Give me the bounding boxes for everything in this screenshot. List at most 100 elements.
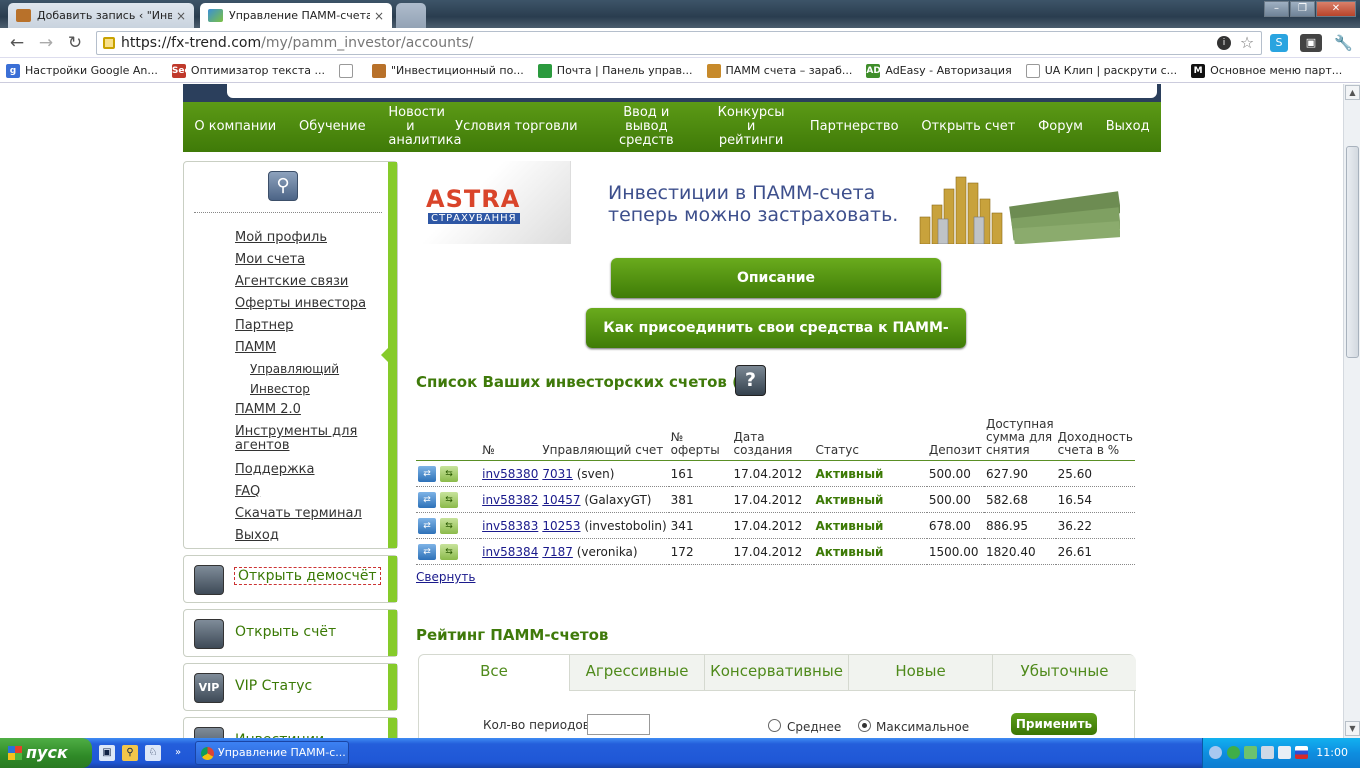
bookmark-item[interactable]: ПАММ счета – зараб... xyxy=(706,63,852,78)
reload-icon[interactable]: ↻ xyxy=(64,33,86,55)
nav-item[interactable]: Партнерство xyxy=(806,120,903,134)
exchange-icon[interactable]: ⇆ xyxy=(440,543,458,560)
nav-item[interactable]: О компании xyxy=(190,120,280,134)
scroll-up-icon[interactable]: ▲ xyxy=(1345,85,1360,100)
sidebar-link[interactable]: Мой профиль xyxy=(235,231,327,245)
page-scrollbar[interactable]: ▲ ▼ xyxy=(1343,84,1360,738)
sidebar-sublink[interactable]: Управляющий xyxy=(250,362,339,376)
sidebar-link[interactable]: Партнер xyxy=(235,319,293,333)
nav-item[interactable]: Выход xyxy=(1102,120,1154,134)
manager-account-link[interactable]: 7187 xyxy=(542,545,573,559)
info-icon[interactable]: i xyxy=(1217,36,1231,50)
sidebar-link[interactable]: Инструменты для агентов xyxy=(235,425,375,453)
sidebar-box[interactable]: VIP VIP Статус xyxy=(183,663,398,711)
taskbar-chrome-item[interactable]: Управление ПАММ-с... xyxy=(195,741,349,765)
sidebar-link[interactable]: Мои счета xyxy=(235,253,305,267)
network-icon[interactable] xyxy=(1227,746,1240,759)
browser-tab[interactable]: Добавить запись ‹ "Инвести × xyxy=(8,3,194,28)
sidebar-box[interactable]: Инвестиции xyxy=(183,717,398,738)
back-icon[interactable]: ← xyxy=(6,33,28,55)
address-bar[interactable]: https://fx-trend.com/my/pamm_investor/ac… xyxy=(96,31,1262,55)
skype-icon[interactable]: S xyxy=(1270,34,1288,52)
exchange-icon[interactable]: ⇆ xyxy=(440,491,458,508)
sidebar-link[interactable]: Агентские связи xyxy=(235,275,348,289)
sidebar-sublink[interactable]: Инвестор xyxy=(250,382,310,396)
nav-item[interactable]: Новости и аналитика xyxy=(384,106,461,148)
apply-button[interactable]: Применить xyxy=(1011,713,1097,735)
exchange-icon[interactable]: ⇆ xyxy=(440,517,458,534)
forward-icon[interactable]: → xyxy=(35,33,57,55)
maximum-radio[interactable] xyxy=(858,719,871,732)
join-pamm-button[interactable]: Как присоединить свои средства к ПАММ-сч… xyxy=(586,308,966,376)
account-id-link[interactable]: inv58380 xyxy=(482,467,538,481)
tab-rating[interactable]: Убыточные xyxy=(993,655,1136,691)
tab-rating[interactable]: Все xyxy=(419,655,570,691)
star-icon[interactable]: ☆ xyxy=(1238,34,1256,52)
sidebar-box[interactable]: Открыть демосчёт xyxy=(183,555,398,603)
refresh-icon[interactable]: ⇄ xyxy=(418,465,436,482)
close-window-button[interactable]: ✕ xyxy=(1316,1,1356,17)
tab-rating[interactable]: Консервативные xyxy=(705,655,849,691)
bookmark-item[interactable]: AD AdEasy - Авторизация xyxy=(866,63,1012,78)
nav-item[interactable]: Форум xyxy=(1034,120,1087,134)
account-id-link[interactable]: inv58382 xyxy=(482,493,538,507)
description-button[interactable]: Описание xyxy=(611,258,941,298)
average-radio[interactable] xyxy=(768,719,781,732)
close-tab-icon[interactable]: × xyxy=(374,9,384,23)
periods-input[interactable] xyxy=(587,714,650,735)
nav-item[interactable]: Условия торговли xyxy=(451,120,581,134)
language-flag-icon[interactable] xyxy=(1295,746,1308,759)
scroll-thumb[interactable] xyxy=(1346,146,1359,358)
sidebar-link[interactable]: Поддержка xyxy=(235,463,315,477)
sidebar-link[interactable]: FAQ xyxy=(235,485,260,499)
help-icon[interactable]: ? xyxy=(735,365,766,396)
bookmark-item[interactable]: Почта | Панель управ... xyxy=(537,63,693,78)
display-icon[interactable] xyxy=(1278,746,1291,759)
bookmark-item[interactable]: Seo Оптимизатор текста ... xyxy=(171,63,325,78)
manager-account-link[interactable]: 7031 xyxy=(542,467,573,481)
bookmark-item[interactable]: g Настройки Google An... xyxy=(6,63,158,78)
sidebar-link[interactable]: Оферты инвестора xyxy=(235,297,366,311)
bookmark-item[interactable]: UA Клип | раскрути с... xyxy=(1025,63,1177,78)
collapse-link[interactable]: Свернуть xyxy=(416,570,475,584)
account-id-link[interactable]: inv58384 xyxy=(482,545,538,559)
tab-rating[interactable]: Новые xyxy=(849,655,993,691)
account-id-link[interactable]: inv58383 xyxy=(482,519,538,533)
scroll-down-icon[interactable]: ▼ xyxy=(1345,721,1360,736)
start-button[interactable]: пуск xyxy=(0,738,92,768)
browser-tab-active[interactable]: Управление ПАММ-счетами × xyxy=(200,3,392,28)
astra-banner[interactable]: ASTRA СТРАХУВАННЯ Инвестиции в ПАММ-счет… xyxy=(404,161,1120,244)
floppy-icon[interactable]: ▣ xyxy=(99,745,115,761)
nav-item[interactable]: Ввод и вывод средств xyxy=(596,106,696,148)
minimize-button[interactable]: – xyxy=(1264,1,1289,17)
nav-item[interactable]: Обучение xyxy=(295,120,370,134)
new-tab-button[interactable] xyxy=(396,3,426,28)
refresh-icon[interactable]: ⇄ xyxy=(418,517,436,534)
maximize-button[interactable]: ❐ xyxy=(1290,1,1315,17)
manager-account-link[interactable]: 10457 xyxy=(542,493,580,507)
sidebar-link[interactable]: ПАММ 2.0 xyxy=(235,403,301,417)
volume-icon[interactable] xyxy=(1261,746,1274,759)
security-icon[interactable] xyxy=(1244,746,1257,759)
tab-rating[interactable]: Агрессивные xyxy=(570,655,705,691)
bookmark-item[interactable]: "Инвестиционный по... xyxy=(371,63,524,78)
nav-item[interactable]: Открыть счет xyxy=(917,120,1019,134)
sidebar-box[interactable]: Открыть счёт xyxy=(183,609,398,657)
wrench-icon[interactable]: 🔧 xyxy=(1334,34,1353,52)
close-tab-icon[interactable]: × xyxy=(176,9,186,23)
search-icon[interactable]: ⚲ xyxy=(122,745,138,761)
exchange-icon[interactable]: ⇆ xyxy=(440,465,458,482)
nav-item[interactable]: Конкурсы и рейтинги xyxy=(711,106,791,148)
tray-arrow-icon[interactable] xyxy=(1209,746,1222,759)
refresh-icon[interactable]: ⇄ xyxy=(418,543,436,560)
sidebar-link[interactable]: Скачать терминал xyxy=(235,507,362,521)
bookmark-item[interactable] xyxy=(338,63,358,78)
extension-icon[interactable]: ▣ xyxy=(1300,34,1322,52)
game-icon[interactable]: ♘ xyxy=(145,745,161,761)
bookmark-item[interactable]: M Основное меню парт... xyxy=(1191,63,1342,78)
manager-account-link[interactable]: 10253 xyxy=(542,519,580,533)
more-quicklaunch-icon[interactable]: » xyxy=(170,745,186,761)
refresh-icon[interactable]: ⇄ xyxy=(418,491,436,508)
sidebar-link[interactable]: ПАММ xyxy=(235,341,276,355)
sidebar-link[interactable]: Выход xyxy=(235,529,279,543)
